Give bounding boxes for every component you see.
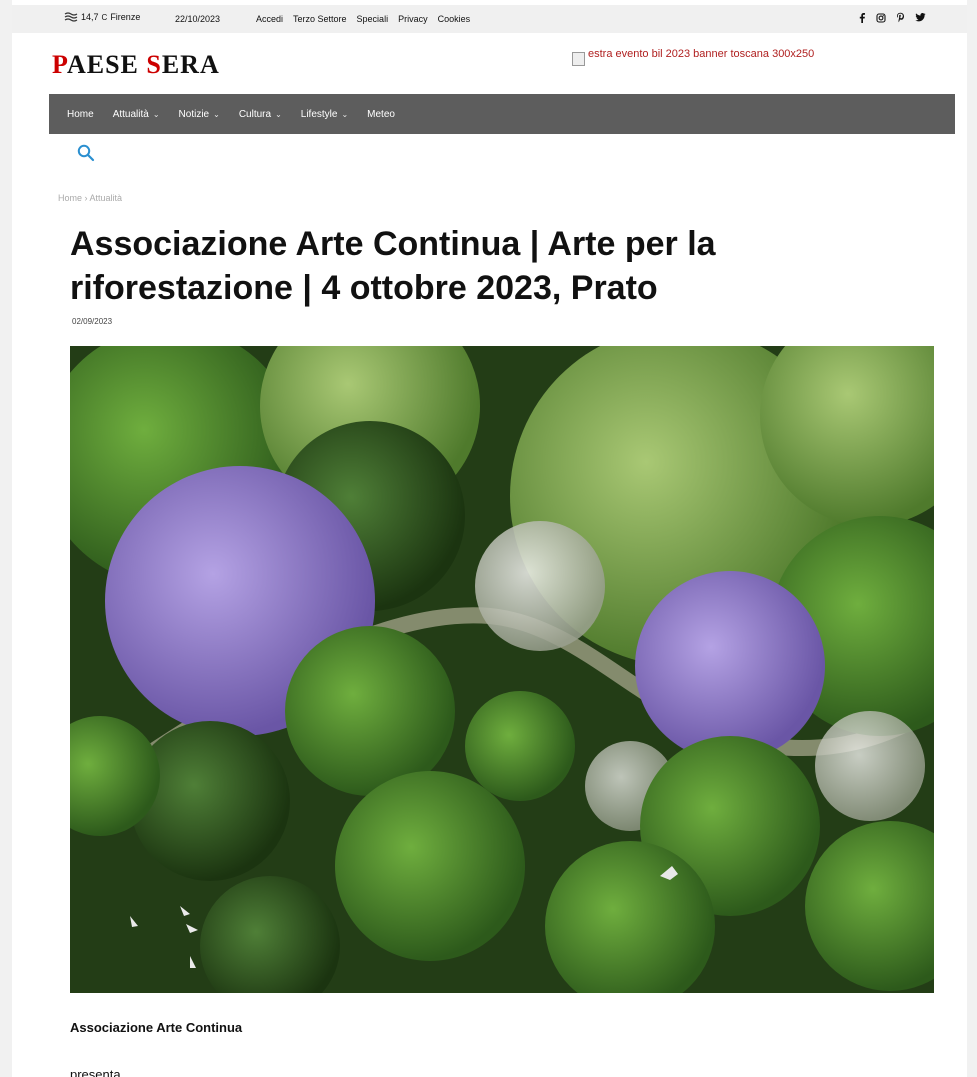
logo-initial-s: S <box>146 50 162 79</box>
nav-item-cultura[interactable]: Cultura ⌄ <box>239 109 282 120</box>
nav-item-label: Cultura <box>238 108 272 120</box>
page: 14,7 C Firenze 22/10/2023 Accedi Terzo S… <box>12 0 967 1077</box>
main-nav: Home Attualità ⌄ Notizie ⌄ Cultura ⌄ Lif… <box>49 94 955 134</box>
article-date: 02/09/2023 <box>72 317 113 326</box>
pinterest-icon[interactable] <box>896 12 905 23</box>
twitter-icon[interactable] <box>915 13 926 22</box>
article-hero-image <box>70 346 934 993</box>
nav-item-attualita[interactable]: Attualità ⌄ <box>113 109 160 120</box>
weather-unit: C <box>101 12 108 22</box>
search-icon[interactable] <box>76 143 96 163</box>
chevron-down-icon: ⌄ <box>213 109 220 119</box>
nav-item-label: Home <box>67 108 94 120</box>
ad-banner-alt-text: estra evento bil 2023 banner toscana 300… <box>588 48 815 60</box>
breadcrumb-separator: › <box>84 193 88 203</box>
broken-image-icon <box>572 52 585 66</box>
top-date: 22/10/2023 <box>175 14 221 24</box>
breadcrumb-current[interactable]: Attualità <box>90 193 123 203</box>
nav-item-meteo[interactable]: Meteo <box>367 109 395 120</box>
top-links: Accedi Terzo Settore Speciali Privacy Co… <box>256 14 470 24</box>
top-link-terzo-settore[interactable]: Terzo Settore <box>293 14 347 24</box>
article-paragraph-1: Associazione Arte Continua <box>70 1020 243 1035</box>
weather-widget[interactable]: 14,7 C Firenze <box>64 12 140 22</box>
site-logo[interactable]: PAESE SERA <box>52 50 220 80</box>
nav-item-label: Lifestyle <box>300 108 338 120</box>
top-link-speciali[interactable]: Speciali <box>357 14 389 24</box>
logo-text-era: ERA <box>161 50 220 79</box>
top-link-cookies[interactable]: Cookies <box>438 14 471 24</box>
wind-icon <box>64 12 78 22</box>
nav-item-label: Attualità <box>112 108 149 120</box>
nav-item-label: Meteo <box>367 108 395 120</box>
instagram-icon[interactable] <box>876 12 886 23</box>
facebook-icon[interactable] <box>858 12 866 23</box>
top-link-privacy[interactable]: Privacy <box>398 14 428 24</box>
chevron-down-icon: ⌄ <box>275 109 282 119</box>
breadcrumb: Home › Attualità <box>58 193 122 203</box>
logo-text-aese: AESE <box>66 50 147 79</box>
chevron-down-icon: ⌄ <box>152 109 160 119</box>
nav-item-home[interactable]: Home <box>67 109 94 120</box>
ad-banner[interactable]: estra evento bil 2023 banner toscana 300… <box>572 48 897 68</box>
page-title: Associazione Arte Continua | Arte per la… <box>70 225 716 307</box>
nav-item-lifestyle[interactable]: Lifestyle ⌄ <box>301 109 348 120</box>
weather-city: Firenze <box>110 12 141 22</box>
top-link-accedi[interactable]: Accedi <box>256 14 283 24</box>
nav-item-notizie[interactable]: Notizie ⌄ <box>179 109 220 120</box>
article-paragraph-2: presenta <box>70 1067 121 1077</box>
breadcrumb-home[interactable]: Home <box>58 193 82 203</box>
nav-item-label: Notizie <box>178 108 210 120</box>
chevron-down-icon: ⌄ <box>341 109 349 119</box>
logo-initial-p: P <box>52 50 67 79</box>
social-links <box>858 12 926 23</box>
top-bar: 14,7 C Firenze 22/10/2023 Accedi Terzo S… <box>12 5 967 33</box>
weather-temperature: 14,7 <box>81 12 99 22</box>
